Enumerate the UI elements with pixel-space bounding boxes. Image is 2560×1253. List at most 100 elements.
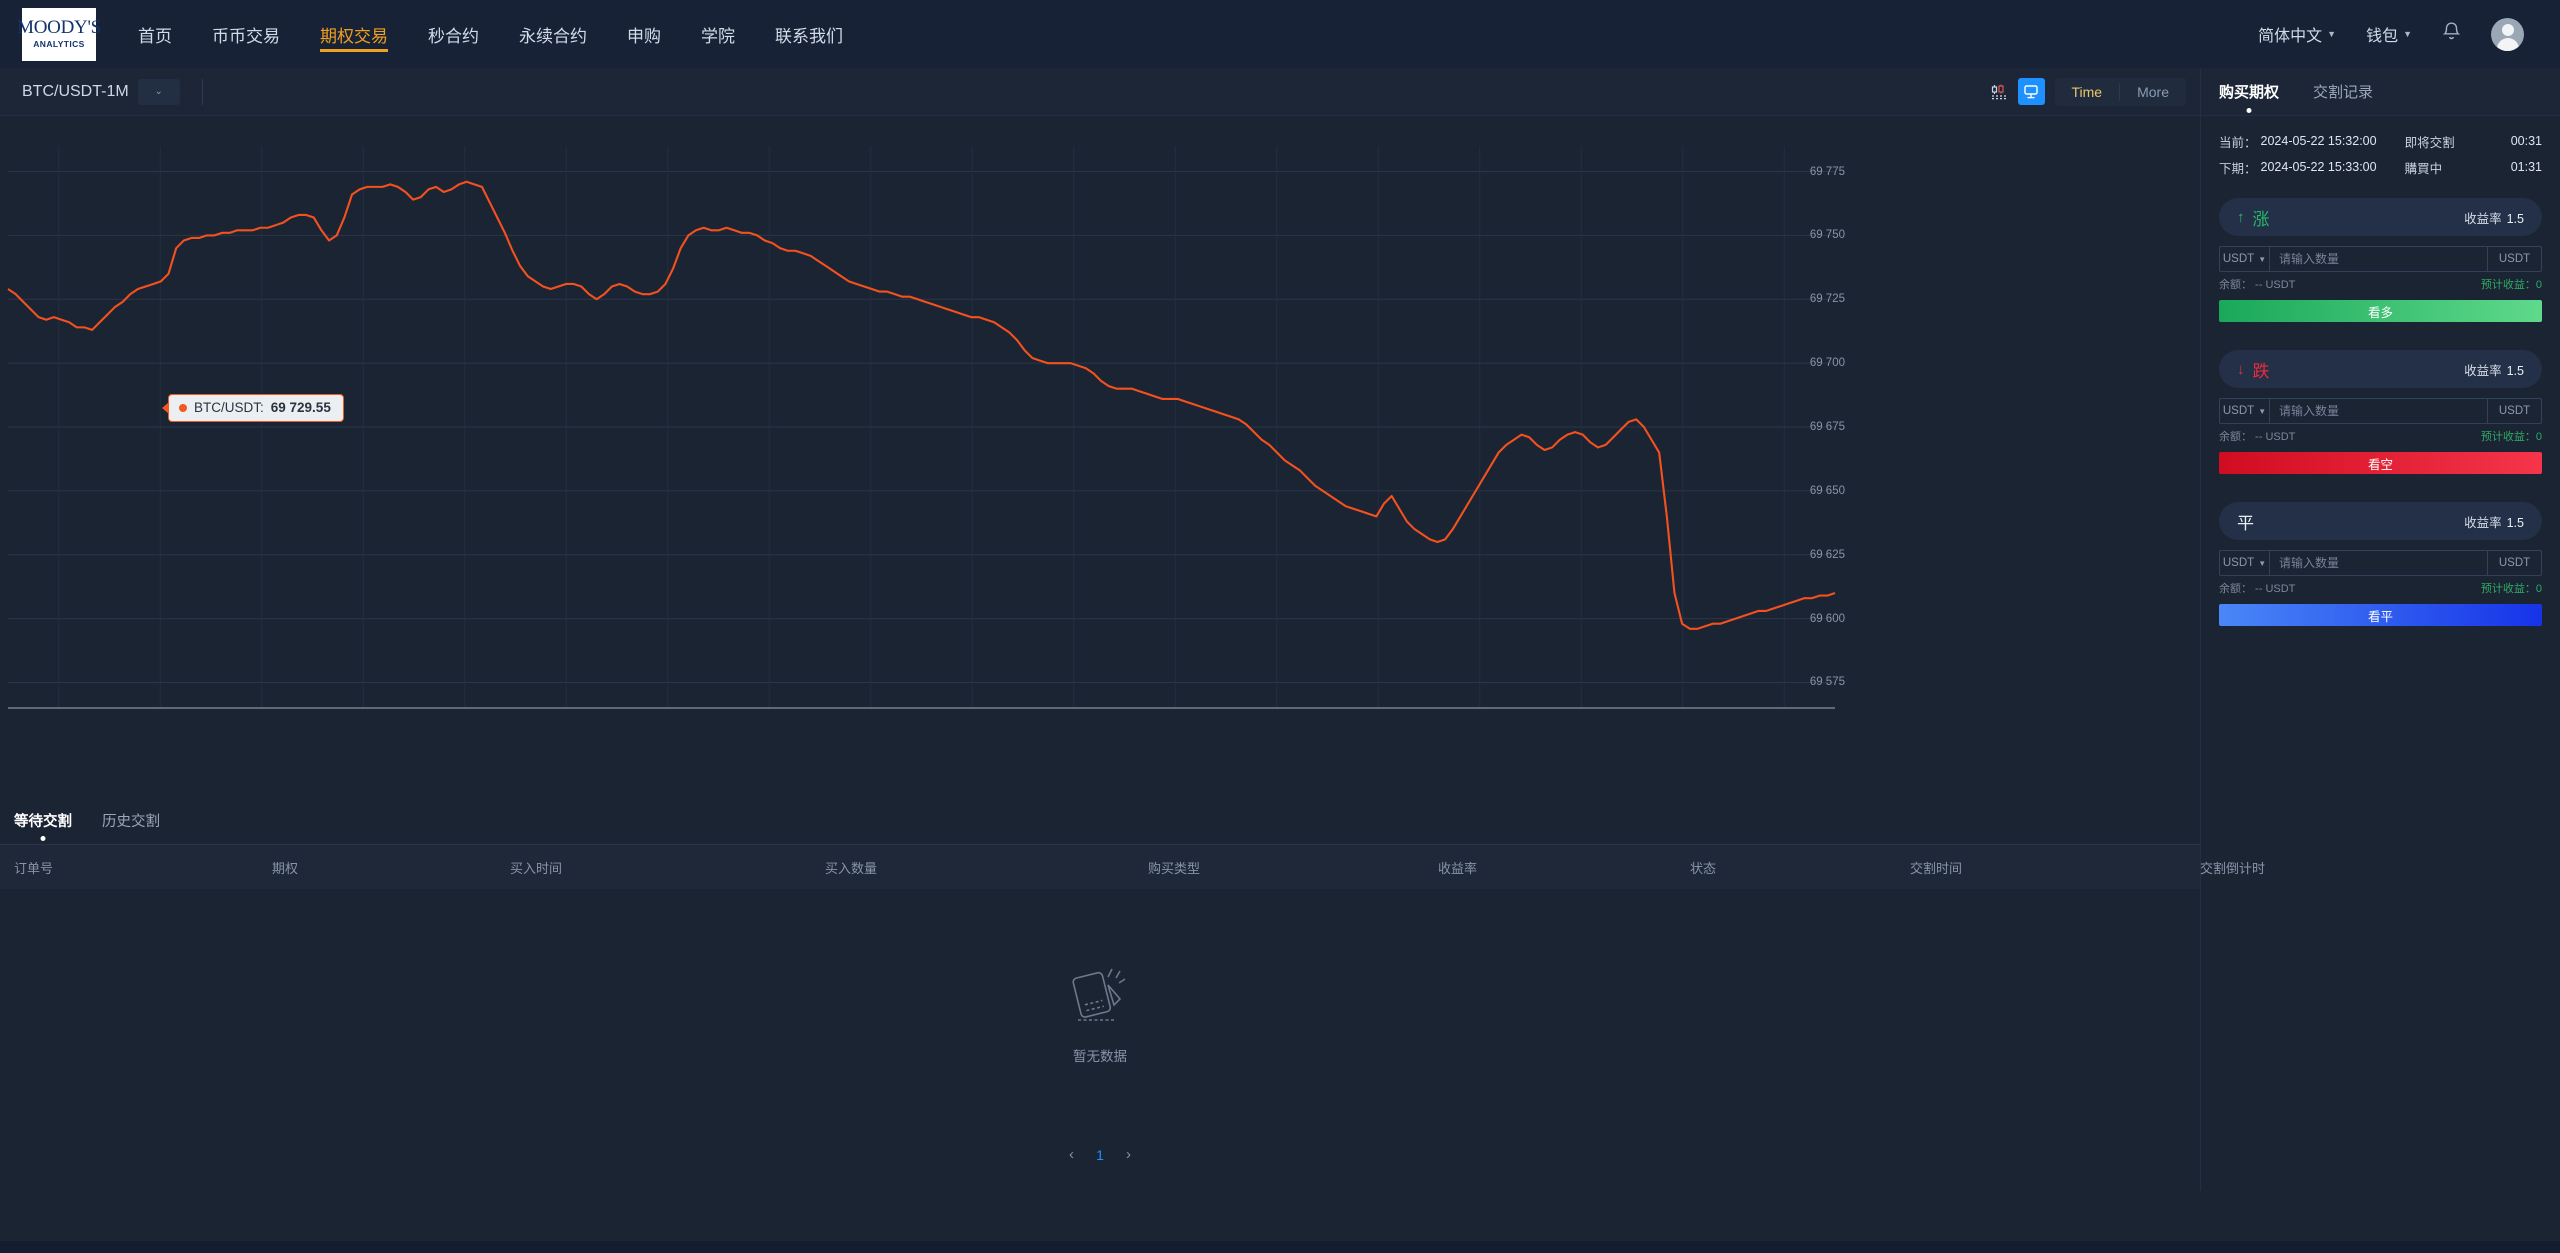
option-action-button[interactable]: 看空 [2219, 452, 2542, 474]
brand-logo-title: MOODY'S [17, 17, 101, 38]
balance-text: 余额： -- USDT [2219, 279, 2296, 291]
y-axis-tick-label: 69 700 [1809, 357, 1845, 370]
orders-tab-1[interactable]: 历史交割 [102, 810, 160, 831]
estimated-profit-text: 预计收益：0 [2480, 583, 2542, 595]
orders-column-header: 交割时间 [1910, 860, 1963, 876]
purchase-tab-1[interactable]: 交割记录 [2313, 81, 2373, 102]
nav-item-7[interactable]: 联系我们 [755, 0, 863, 68]
footer: MOODY'S ANALYTICS 服务学院联系我们 市场有风险 投资需谨慎法律… [0, 1241, 2560, 1253]
wallet-label: 钱包 [2366, 28, 2399, 45]
orders-empty-state: 暂无数据 [0, 889, 2200, 1134]
orders-column-header: 买入数量 [825, 860, 878, 876]
tooltip-marker-icon [179, 403, 187, 412]
y-axis-tick-label: 69 725 [1809, 293, 1845, 306]
brand-logo[interactable]: MOODY'S ANALYTICS [17, 7, 101, 61]
option-name-label: 平 [2237, 513, 2254, 533]
balance-row: 余额： -- USDT 预计收益：0 [2219, 276, 2542, 292]
tooltip-price-value: 69 729.55 [270, 400, 331, 415]
purchase-tab-0[interactable]: 购买期权 [2219, 81, 2279, 102]
option-header: ↑ 涨 收益率 1.5 [2219, 198, 2542, 236]
nav-item-3[interactable]: 秒合约 [408, 0, 499, 68]
estimated-profit-text: 预计收益：0 [2480, 431, 2542, 443]
nav-item-0[interactable]: 首页 [118, 0, 192, 68]
option-rate-label: 收益率 [2464, 211, 2502, 226]
nav-item-label: 学院 [701, 26, 735, 46]
chevron-down-icon: ▼ [2258, 254, 2267, 264]
option-name: ↓ 跌 [2237, 357, 2270, 382]
amount-input[interactable] [2270, 399, 2487, 423]
orders-table-header: 订单号 期权 买入时间 买入数量 购买类型 收益率 状态 交割时间 交割倒计时 [0, 845, 2265, 889]
orders-section: 等待交割 历史交割 订单号 期权 买入时间 买入数量 购买类型 收益率 状态 交割时间 交割倒计时 [0, 788, 2265, 1191]
purchase-panel: 购买期权 交割记录 当前： 2024-05-22 15:32:00 即将交割 00:31… [2200, 68, 2560, 1191]
pagination: ‹ 1 › [0, 1134, 2200, 1191]
period-info: 当前： 2024-05-22 15:32:00 即将交割 00:31 下期： 2024-0… [2201, 116, 2560, 188]
option-action-button[interactable]: 看平 [2219, 604, 2542, 626]
tooltip-series-label: BTC/USDT: [194, 400, 264, 415]
nav-item-4[interactable]: 永续合约 [499, 0, 607, 68]
chevron-down-icon: ▼ [2403, 29, 2412, 39]
nav-item-label: 首页 [138, 26, 172, 46]
main-nav: 首页 币币交易 期权交易 秒合约 永续合约 申购 学院 联系我们 [118, 0, 863, 68]
empty-state-text: 暂无数据 [1073, 1048, 1127, 1064]
nav-item-5[interactable]: 申购 [607, 0, 681, 68]
balance-text: 余额： -- USDT [2219, 583, 2296, 595]
line-chart-icon[interactable] [2017, 78, 2045, 105]
orders-tab-0[interactable]: 等待交割 [14, 810, 72, 831]
tab-more[interactable]: More [2120, 78, 2186, 106]
period-row-key: 当前： [2219, 135, 2257, 150]
currency-select[interactable]: USDT ▼ [2220, 399, 2270, 423]
amount-input[interactable] [2270, 247, 2487, 271]
toolbar-right-group: Time More [1987, 77, 2186, 106]
brand-logo-subtitle: ANALYTICS [33, 39, 85, 49]
balance-row: 余额： -- USDT 预计收益：0 [2219, 580, 2542, 596]
chevron-right-icon[interactable]: › [1126, 1146, 1131, 1163]
main-content: BTC/USDT-1M ⌄ Time More 69 775 69 750 69… [0, 68, 2560, 1191]
pair-dropdown[interactable]: ⌄ [137, 78, 180, 105]
currency-select-label: USDT [2222, 557, 2255, 569]
option-rate: 收益率 1.5 [2464, 208, 2524, 227]
option-name: 平 [2237, 509, 2254, 534]
estimated-profit-text: 预计收益：0 [2480, 279, 2542, 291]
period-row-0: 当前： 2024-05-22 15:32:00 即将交割 00:31 [2219, 128, 2542, 154]
language-selector[interactable]: 简体中文 ▼ [2258, 22, 2336, 46]
tab-time[interactable]: Time [2055, 78, 2120, 106]
timeframe-segment: Time More [2054, 77, 2186, 106]
price-chart[interactable]: 69 775 69 750 69 725 69 700 69 675 69 650 69 6… [0, 116, 2200, 788]
candlestick-chart-icon[interactable] [1987, 78, 2014, 105]
toolbar-divider [201, 78, 203, 105]
chevron-left-icon[interactable]: ‹ [1069, 1146, 1074, 1163]
wallet-menu[interactable]: 钱包 ▼ [2366, 22, 2412, 46]
nav-item-2[interactable]: 期权交易 [300, 0, 408, 68]
currency-select[interactable]: USDT ▼ [2220, 551, 2270, 575]
y-axis-tick-label: 69 625 [1809, 548, 1845, 561]
option-name-label: 涨 [2252, 209, 2270, 229]
option-block-down: ↓跌收益率1.5USDT▼USDT余额： -- USDT预计收益：0看空 [2219, 350, 2542, 492]
currency-select[interactable]: USDT ▼ [2220, 247, 2270, 271]
amount-input[interactable] [2270, 551, 2487, 575]
page-number[interactable]: 1 [1090, 1147, 1110, 1163]
option-rate-value: 1.5 [2506, 363, 2524, 378]
chart-toolbar: BTC/USDT-1M ⌄ Time More [0, 68, 2200, 116]
purchase-panel-tabs: 购买期权 交割记录 [2201, 68, 2560, 116]
period-row-status: 即将交割 [2404, 135, 2455, 150]
chevron-down-icon: ▼ [2258, 558, 2267, 568]
top-navbar: MOODY'S ANALYTICS 首页 币币交易 期权交易 秒合约 永续合约 申购 学院 联… [0, 0, 2560, 68]
option-rate-value: 1.5 [2506, 515, 2524, 530]
app-root: MOODY'S ANALYTICS 首页 币币交易 期权交易 秒合约 永续合约 申购 学院 联… [0, 0, 2560, 1253]
language-label: 简体中文 [2258, 28, 2323, 45]
chart-type-group [1987, 78, 2045, 105]
arrow-up-icon: ↑ [2237, 208, 2245, 226]
option-rate: 收益率 1.5 [2464, 360, 2524, 379]
period-row-time: 2024-05-22 15:33:00 [2260, 160, 2377, 174]
chevron-down-icon: ▼ [2258, 406, 2267, 416]
bell-icon[interactable] [2442, 21, 2461, 48]
avatar[interactable] [2491, 17, 2524, 51]
nav-item-1[interactable]: 币币交易 [192, 0, 300, 68]
nav-item-6[interactable]: 学院 [681, 0, 755, 68]
nav-right-group: 简体中文 ▼ 钱包 ▼ [2258, 17, 2538, 51]
arrow-down-icon: ↓ [2237, 360, 2245, 378]
option-action-button[interactable]: 看多 [2219, 300, 2542, 322]
option-rate-label: 收益率 [2464, 515, 2502, 530]
y-axis-tick-label: 69 775 [1809, 165, 1845, 178]
nav-item-label: 申购 [627, 26, 661, 46]
